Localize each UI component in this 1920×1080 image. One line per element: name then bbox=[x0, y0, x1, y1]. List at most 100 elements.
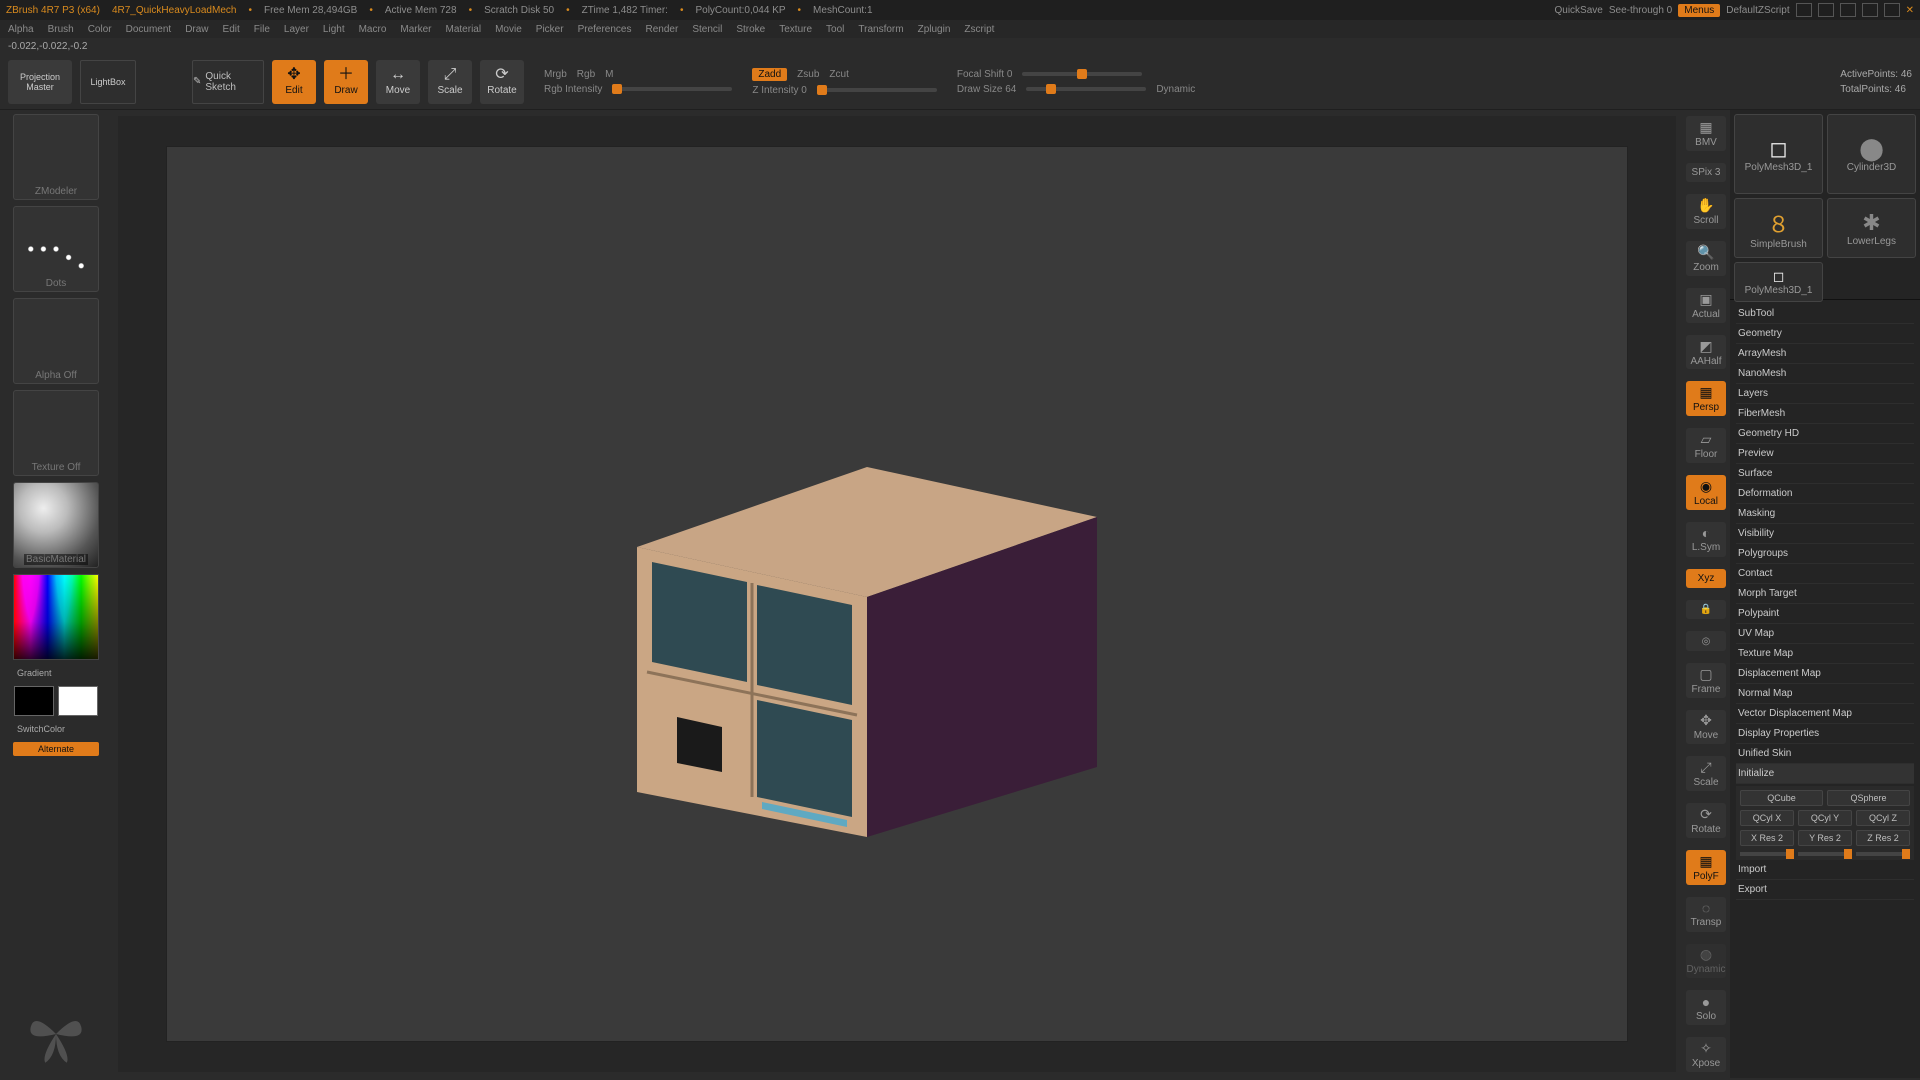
lsym-button[interactable]: ◐L.Sym bbox=[1686, 522, 1726, 557]
qcyl-y-button[interactable]: QCyl Y bbox=[1798, 810, 1852, 826]
zoom-button[interactable]: 🔍Zoom bbox=[1686, 241, 1726, 276]
qsphere-button[interactable]: QSphere bbox=[1827, 790, 1910, 806]
default-zscript-button[interactable]: DefaultZScript bbox=[1726, 5, 1789, 16]
import-button[interactable]: Import bbox=[1736, 860, 1914, 880]
floor-button[interactable]: ▱Floor bbox=[1686, 428, 1726, 463]
menu-edit[interactable]: Edit bbox=[223, 24, 240, 35]
lightbox-button[interactable]: LightBox bbox=[80, 60, 136, 104]
tool-lowerlegs[interactable]: ✱LowerLegs bbox=[1827, 198, 1916, 258]
qcyl-z-button[interactable]: QCyl Z bbox=[1856, 810, 1910, 826]
focal-shift-slider[interactable] bbox=[1022, 72, 1142, 76]
panel-vector-displacement-map[interactable]: Vector Displacement Map bbox=[1736, 704, 1914, 724]
qcyl-x-button[interactable]: QCyl X bbox=[1740, 810, 1794, 826]
tool-polymesh-2[interactable]: ◻PolyMesh3D_1 bbox=[1734, 262, 1823, 302]
seethrough-slider[interactable]: See-through 0 bbox=[1609, 5, 1672, 16]
menu-file[interactable]: File bbox=[254, 24, 270, 35]
panel-normal-map[interactable]: Normal Map bbox=[1736, 684, 1914, 704]
target-button[interactable]: ◎ bbox=[1686, 631, 1726, 650]
menu-texture[interactable]: Texture bbox=[779, 24, 812, 35]
tool-cylinder[interactable]: ⬤Cylinder3D bbox=[1827, 114, 1916, 194]
viewport-move-button[interactable]: ✥Move bbox=[1686, 710, 1726, 745]
m-toggle[interactable]: M bbox=[605, 69, 613, 80]
menus-button[interactable]: Menus bbox=[1678, 4, 1720, 17]
tool-polymesh[interactable]: ◻PolyMesh3D_1 bbox=[1734, 114, 1823, 194]
panel-surface[interactable]: Surface bbox=[1736, 464, 1914, 484]
menu-light[interactable]: Light bbox=[323, 24, 345, 35]
draw-button[interactable]: ＋Draw bbox=[324, 60, 368, 104]
menu-preferences[interactable]: Preferences bbox=[578, 24, 632, 35]
menu-render[interactable]: Render bbox=[646, 24, 679, 35]
panel-arraymesh[interactable]: ArrayMesh bbox=[1736, 344, 1914, 364]
spix-button[interactable]: SPix 3 bbox=[1686, 163, 1726, 182]
stroke-thumb[interactable]: Dots bbox=[13, 206, 99, 292]
menu-color[interactable]: Color bbox=[88, 24, 112, 35]
x-res-slider[interactable]: X Res 2 bbox=[1740, 830, 1794, 846]
panel-subtool[interactable]: SubTool bbox=[1736, 304, 1914, 324]
menu-movie[interactable]: Movie bbox=[495, 24, 522, 35]
panel-unified-skin[interactable]: Unified Skin bbox=[1736, 744, 1914, 764]
menu-alpha[interactable]: Alpha bbox=[8, 24, 34, 35]
menu-stroke[interactable]: Stroke bbox=[736, 24, 765, 35]
rotate-button[interactable]: ⟳Rotate bbox=[480, 60, 524, 104]
zcut-toggle[interactable]: Zcut bbox=[829, 69, 848, 80]
panel-display-properties[interactable]: Display Properties bbox=[1736, 724, 1914, 744]
y-res-bar[interactable] bbox=[1798, 852, 1852, 856]
rgb-intensity-slider[interactable] bbox=[612, 87, 732, 91]
local-button[interactable]: ◉Local bbox=[1686, 475, 1726, 510]
panel-polygroups[interactable]: Polygroups bbox=[1736, 544, 1914, 564]
solo-button[interactable]: ●Solo bbox=[1686, 990, 1726, 1025]
layout-button-3[interactable] bbox=[1840, 3, 1856, 17]
lock-button[interactable]: 🔒 bbox=[1686, 600, 1726, 619]
scale-button[interactable]: ⤢Scale bbox=[428, 60, 472, 104]
draw-size-slider[interactable] bbox=[1026, 87, 1146, 91]
panel-fibermesh[interactable]: FiberMesh bbox=[1736, 404, 1914, 424]
zadd-toggle[interactable]: Zadd bbox=[752, 68, 787, 81]
menu-zscript[interactable]: Zscript bbox=[964, 24, 994, 35]
close-button[interactable]: ✕ bbox=[1906, 5, 1914, 16]
panel-uv-map[interactable]: UV Map bbox=[1736, 624, 1914, 644]
brush-thumb[interactable]: ZModeler bbox=[13, 114, 99, 200]
aahalf-button[interactable]: ◩AAHalf bbox=[1686, 335, 1726, 370]
menu-transform[interactable]: Transform bbox=[858, 24, 903, 35]
panel-geometry[interactable]: Geometry bbox=[1736, 324, 1914, 344]
menu-document[interactable]: Document bbox=[126, 24, 172, 35]
panel-texture-map[interactable]: Texture Map bbox=[1736, 644, 1914, 664]
export-button[interactable]: Export bbox=[1736, 880, 1914, 900]
panel-contact[interactable]: Contact bbox=[1736, 564, 1914, 584]
persp-button[interactable]: ▦Persp bbox=[1686, 381, 1726, 416]
menu-macro[interactable]: Macro bbox=[359, 24, 387, 35]
y-res-slider[interactable]: Y Res 2 bbox=[1798, 830, 1852, 846]
swatch-black[interactable] bbox=[14, 686, 54, 716]
switchcolor-button[interactable]: SwitchColor bbox=[13, 722, 99, 736]
menu-material[interactable]: Material bbox=[446, 24, 482, 35]
menu-tool[interactable]: Tool bbox=[826, 24, 844, 35]
actual-button[interactable]: ▣Actual bbox=[1686, 288, 1726, 323]
zsub-toggle[interactable]: Zsub bbox=[797, 69, 819, 80]
viewport-rotate-button[interactable]: ⟳Rotate bbox=[1686, 803, 1726, 838]
qcube-button[interactable]: QCube bbox=[1740, 790, 1823, 806]
panel-layers[interactable]: Layers bbox=[1736, 384, 1914, 404]
layout-button-2[interactable] bbox=[1818, 3, 1834, 17]
menu-brush[interactable]: Brush bbox=[48, 24, 74, 35]
z-res-bar[interactable] bbox=[1856, 852, 1910, 856]
maximize-button[interactable] bbox=[1884, 3, 1900, 17]
frame-button[interactable]: ▢Frame bbox=[1686, 663, 1726, 698]
quicksave-button[interactable]: QuickSave bbox=[1554, 5, 1602, 16]
dynamic-label[interactable]: Dynamic bbox=[1156, 84, 1195, 95]
polyf-button[interactable]: ▦PolyF bbox=[1686, 850, 1726, 885]
rgb-toggle[interactable]: Rgb bbox=[577, 69, 595, 80]
panel-polypaint[interactable]: Polypaint bbox=[1736, 604, 1914, 624]
menu-draw[interactable]: Draw bbox=[185, 24, 208, 35]
dynamic-button[interactable]: ◍Dynamic bbox=[1686, 944, 1726, 979]
panel-preview[interactable]: Preview bbox=[1736, 444, 1914, 464]
bmv-button[interactable]: ▦BMV bbox=[1686, 116, 1726, 151]
panel-masking[interactable]: Masking bbox=[1736, 504, 1914, 524]
swatch-white[interactable] bbox=[58, 686, 98, 716]
material-thumb[interactable]: BasicMaterial bbox=[13, 482, 99, 568]
menu-layer[interactable]: Layer bbox=[284, 24, 309, 35]
panel-morph-target[interactable]: Morph Target bbox=[1736, 584, 1914, 604]
menu-picker[interactable]: Picker bbox=[536, 24, 564, 35]
panel-initialize[interactable]: Initialize bbox=[1736, 764, 1914, 784]
panel-nanomesh[interactable]: NanoMesh bbox=[1736, 364, 1914, 384]
layout-button-1[interactable] bbox=[1796, 3, 1812, 17]
